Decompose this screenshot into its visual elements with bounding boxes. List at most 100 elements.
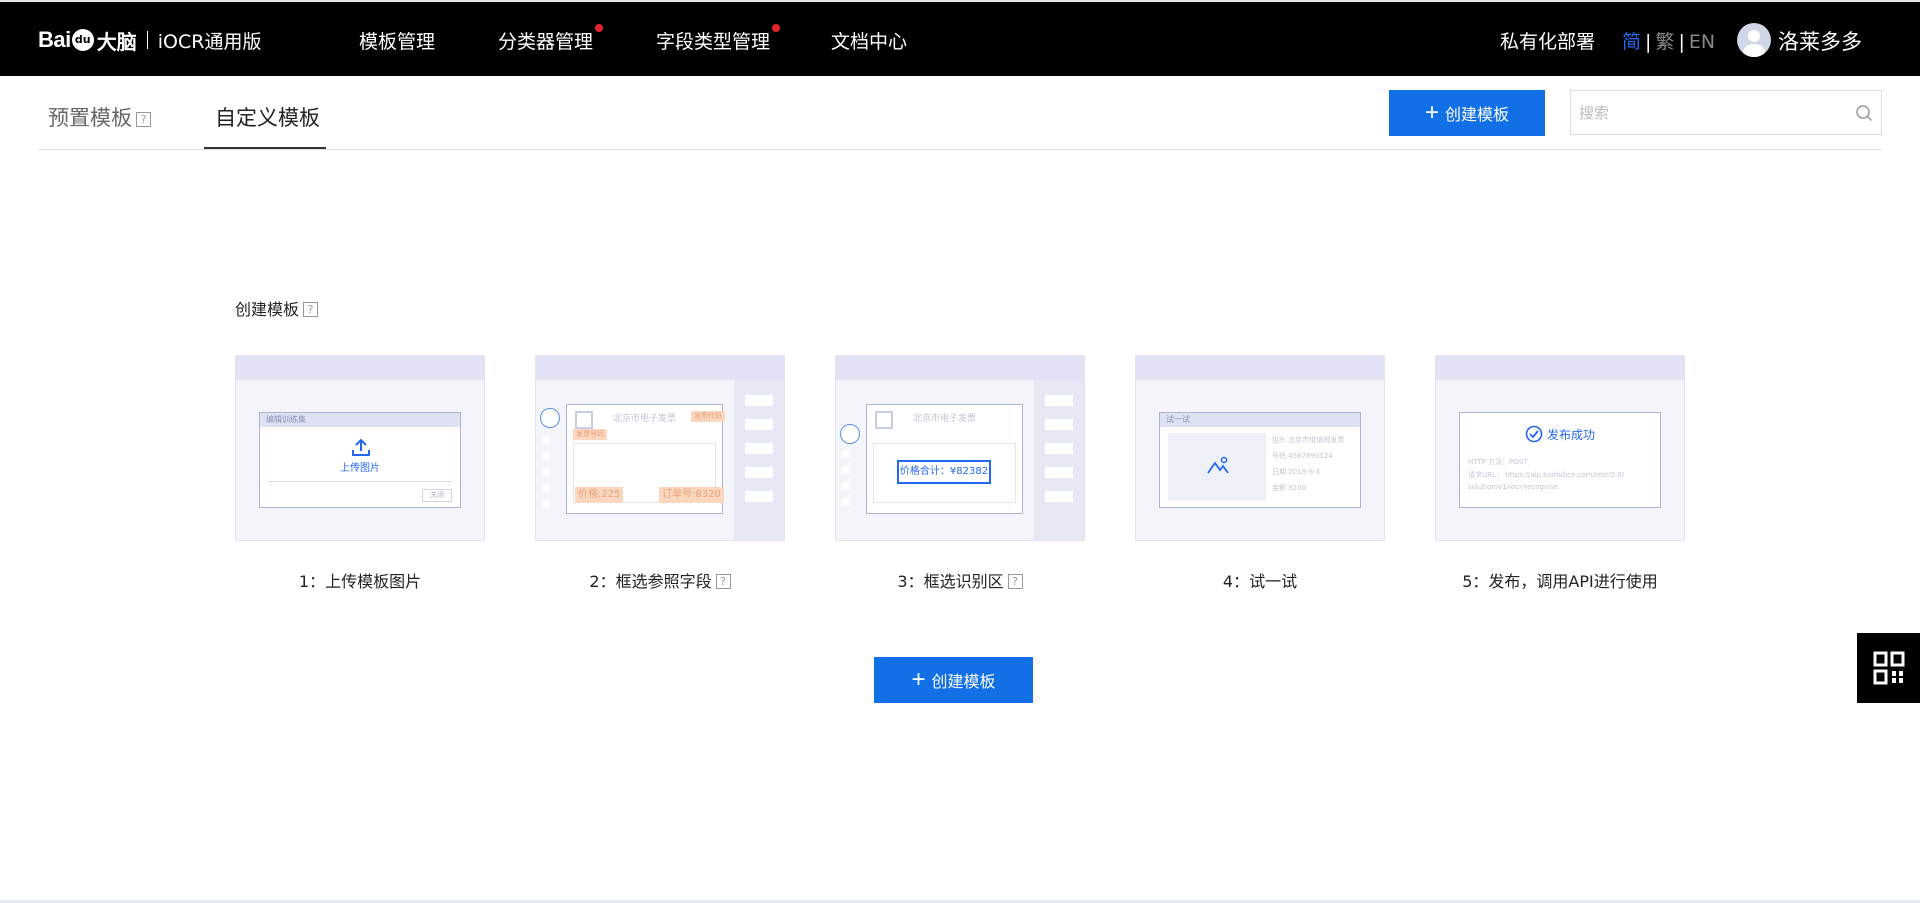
lang-english[interactable]: EN	[1689, 31, 1715, 53]
step-label-text: 3：框选识别区	[897, 572, 1004, 591]
step-publish: 发布成功 HTTP 方法：POST 请求URL： https://aip.bai…	[1435, 355, 1685, 592]
mini-window: 编辑训练集 上传图片 关闭	[259, 412, 461, 508]
nav-private-deploy[interactable]: 私有化部署	[1500, 27, 1595, 54]
mini-chip	[1044, 466, 1074, 479]
lang-simplified[interactable]: 简	[1622, 31, 1641, 53]
mini-dot	[842, 450, 850, 458]
mini-doc-title: 北京市电子发票	[913, 414, 977, 424]
nav-template-management[interactable]: 模板管理	[359, 27, 435, 54]
publish-success-text: 发布成功	[1546, 428, 1595, 442]
step-try-it: 试一试 抬头 北京市增值税发票 号码 4567890124 日期 2019-6-…	[1135, 355, 1385, 592]
tab-custom-templates[interactable]: 自定义模板	[215, 102, 320, 132]
mini-dot	[842, 498, 850, 506]
nav-field-type-label: 字段类型管理	[656, 31, 771, 53]
username[interactable]: 洛莱多多	[1778, 26, 1862, 56]
step-illustration: 编辑训练集 上传图片 关闭	[235, 355, 485, 541]
language-switcher: 简 | 繁 | EN	[1622, 27, 1715, 54]
tab-preset-label: 预置模板	[48, 106, 132, 130]
logo-bai-text: Bai	[38, 27, 71, 52]
image-placeholder	[1168, 433, 1266, 501]
mini-chip	[744, 490, 774, 503]
step-label-text: 2：框选参照字段	[589, 572, 712, 591]
lang-traditional[interactable]: 繁	[1655, 31, 1674, 53]
step-label: 4：试一试	[1222, 572, 1298, 591]
qr-mini-icon	[875, 411, 893, 429]
step-illustration: 试一试 抬头 北京市增值税发票 号码 4567890124 日期 2019-6-…	[1135, 355, 1385, 541]
mini-dot	[842, 482, 850, 490]
plus-icon: +	[1424, 99, 1439, 126]
result-field: 抬头 北京市增值税发票	[1272, 436, 1345, 444]
help-icon[interactable]: ?	[136, 112, 151, 127]
lang-separator: |	[1678, 31, 1685, 53]
help-icon[interactable]: ?	[715, 574, 731, 589]
search-box	[1570, 90, 1882, 135]
mini-chip	[744, 394, 774, 407]
api-url-line: solution/v1/iocr/recognise	[1468, 483, 1559, 491]
qr-mini-icon	[575, 411, 593, 429]
api-url-line: 请求URL： https://aip.baidubce.com/rest/2.0…	[1468, 471, 1625, 479]
nav-classifier-management[interactable]: 分类器管理	[498, 24, 604, 54]
card-header	[1436, 356, 1684, 380]
step-illustration: 北京市电子发票 价格合计：¥82382	[835, 355, 1085, 541]
step-label: 5：发布，调用API进行使用	[1462, 572, 1658, 591]
qr-code-float-button[interactable]	[1857, 633, 1920, 703]
card-header	[836, 356, 1084, 380]
search-icon[interactable]	[1855, 104, 1873, 122]
result-field: 号码 4567890124	[1272, 452, 1333, 460]
result-field: 日期 2019-6-3	[1272, 468, 1320, 476]
mini-chip	[744, 418, 774, 431]
help-icon[interactable]: ?	[1007, 574, 1023, 589]
create-template-main-button[interactable]: + 创建模板	[874, 657, 1033, 703]
mini-chip	[1044, 418, 1074, 431]
create-template-button[interactable]: + 创建模板	[1389, 90, 1545, 136]
active-tab-indicator	[204, 147, 326, 149]
step-select-reference-fields: 北京市电子发票 发票代码 发票号码 价格:225 订单号:8320 2：框选参照…	[535, 355, 785, 592]
upload-text: 上传图片	[340, 463, 380, 474]
step-illustration: 发布成功 HTTP 方法：POST 请求URL： https://aip.bai…	[1435, 355, 1685, 541]
create-template-main-label: 创建模板	[931, 674, 996, 691]
plus-icon: +	[911, 666, 926, 693]
step-label: 2：框选参照字段?	[535, 568, 785, 592]
mini-window: 发布成功 HTTP 方法：POST 请求URL： https://aip.bai…	[1459, 412, 1661, 508]
nav-field-type-management[interactable]: 字段类型管理	[656, 24, 781, 54]
product-name: iOCR通用版	[157, 30, 262, 53]
step-illustration: 北京市电子发票 发票代码 发票号码 价格:225 订单号:8320	[535, 355, 785, 541]
card-header	[1136, 356, 1384, 380]
crop-icon	[840, 424, 860, 444]
card-header	[536, 356, 784, 380]
notification-dot	[595, 24, 604, 32]
mini-dot	[542, 484, 550, 492]
mini-chip	[744, 442, 774, 455]
divider	[268, 481, 452, 482]
api-method-line: HTTP 方法：POST	[1468, 458, 1528, 466]
tab-preset-templates[interactable]: 预置模板?	[48, 102, 151, 132]
step-label: 1：上传模板图片	[298, 572, 422, 591]
nav-classifier-label: 分类器管理	[498, 31, 594, 53]
search-input[interactable]	[1579, 101, 1839, 125]
user-avatar[interactable]	[1737, 23, 1771, 57]
paw-icon: du	[71, 29, 94, 51]
mini-chip	[744, 466, 774, 479]
mini-close-button: 关闭	[422, 489, 452, 502]
mini-dot	[542, 436, 550, 444]
mini-dot	[842, 466, 850, 474]
create-template-label: 创建模板	[1445, 107, 1510, 124]
selection-box: 价格合计：¥82382	[897, 460, 991, 484]
step-label: 3：框选识别区?	[835, 568, 1085, 592]
mini-dot	[542, 452, 550, 460]
section-title-text: 创建模板	[235, 300, 300, 319]
upload-icon	[352, 438, 370, 456]
section-title: 创建模板?	[235, 296, 319, 320]
lang-separator: |	[1645, 31, 1652, 53]
order-field-tag: 订单号:8320	[659, 487, 724, 503]
mini-chip	[1044, 394, 1074, 407]
help-icon[interactable]: ?	[303, 302, 319, 317]
baidu-brain-logo[interactable]: Bai du 大脑 iOCR通用版	[38, 16, 261, 64]
price-field-tag: 价格:225	[575, 487, 624, 503]
nav-documentation[interactable]: 文档中心	[831, 27, 907, 54]
notification-dot	[772, 24, 781, 32]
mini-window-title: 试一试	[1160, 413, 1360, 427]
mini-dot	[542, 500, 550, 508]
step-upload: 编辑训练集 上传图片 关闭 1：上传模板图片	[235, 355, 485, 592]
field-tag: 发票代码	[691, 411, 725, 422]
